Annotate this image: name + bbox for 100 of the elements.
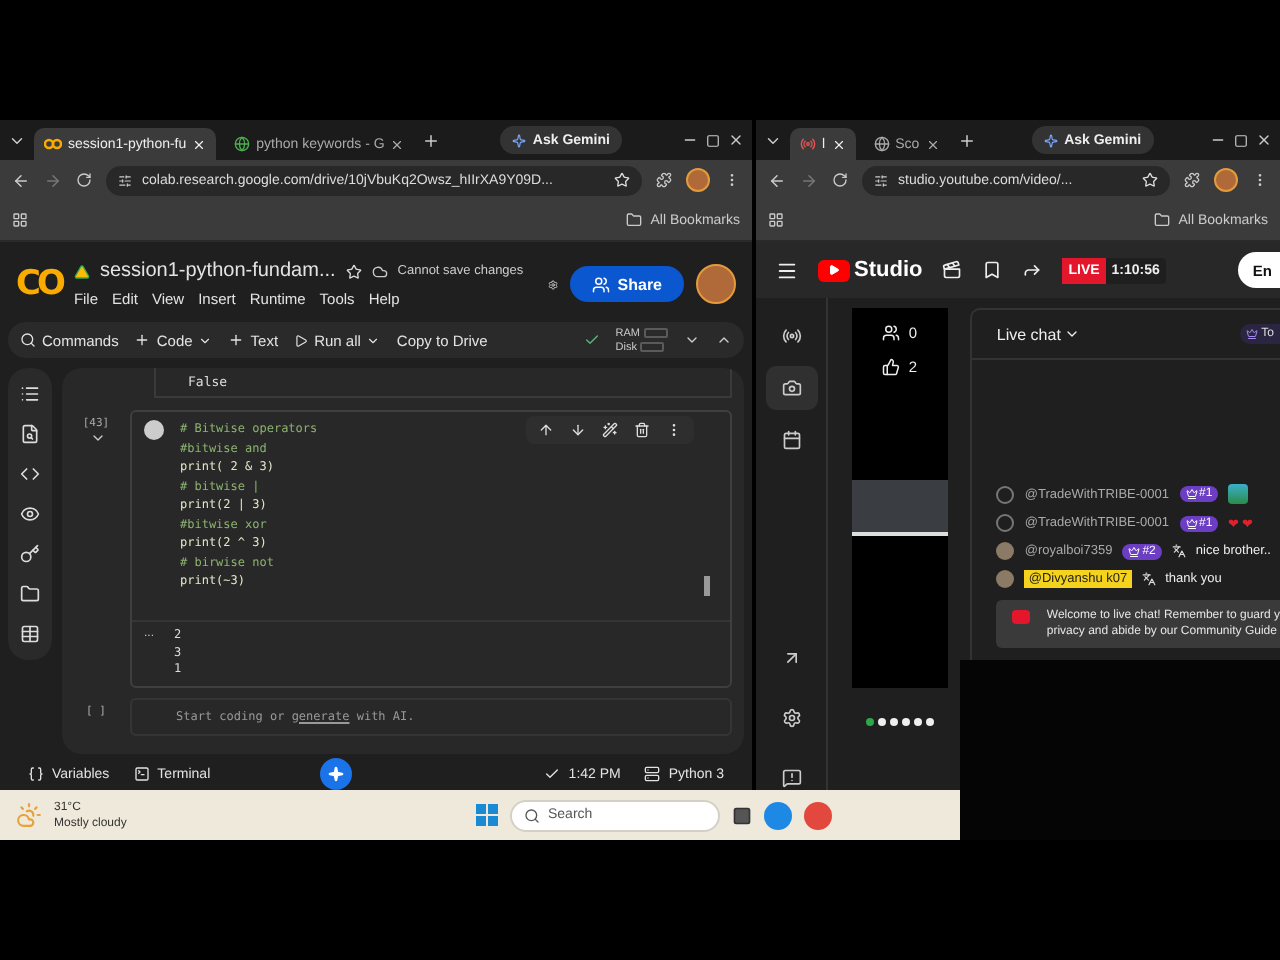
back-icon[interactable] [12, 171, 30, 189]
plus-icon [228, 332, 245, 348]
camera-icon [781, 378, 802, 398]
clapperboard-icon[interactable] [942, 260, 963, 280]
user-avatar[interactable] [696, 264, 736, 304]
chevron-up-icon[interactable] [716, 332, 732, 348]
close-icon[interactable] [925, 137, 940, 151]
youtube-icon [1012, 610, 1031, 624]
arrow-up-icon[interactable] [538, 422, 554, 438]
gemini-button[interactable] [319, 758, 352, 790]
record-icon [800, 136, 816, 152]
chrome-browser-icon[interactable] [804, 801, 832, 829]
apps-grid-icon[interactable] [12, 212, 28, 228]
site-settings-icon[interactable] [118, 173, 132, 187]
edge-browser-icon[interactable] [764, 801, 792, 829]
carousel-dot[interactable] [889, 718, 898, 726]
colab-logo[interactable]: CO [16, 264, 62, 304]
puzzle-icon[interactable] [656, 172, 672, 188]
profile-avatar[interactable] [1214, 168, 1238, 192]
star-icon[interactable] [1142, 172, 1158, 188]
close-window-icon[interactable] [728, 132, 744, 148]
eye-icon[interactable] [20, 504, 40, 524]
crown-icon [1185, 517, 1197, 529]
terminal-icon [133, 766, 150, 782]
menu-icon[interactable] [776, 259, 798, 281]
arrow-up-right-icon[interactable] [781, 648, 802, 668]
close-window-icon[interactable] [1256, 132, 1273, 148]
arrow-down-icon[interactable] [570, 422, 586, 438]
caret-icon [198, 333, 213, 347]
sparkle-icon [1044, 133, 1059, 147]
translate-icon [1171, 544, 1186, 558]
folder-icon [1154, 212, 1171, 228]
reload-icon[interactable] [76, 172, 92, 188]
close-icon[interactable] [390, 137, 405, 151]
site-settings-icon[interactable] [874, 173, 888, 187]
people-icon [591, 275, 610, 293]
carousel-dot[interactable] [925, 718, 934, 726]
run-cell-button[interactable] [144, 420, 164, 440]
forward-icon[interactable] [800, 171, 818, 189]
crown-icon [1128, 545, 1141, 557]
calendar-icon [781, 430, 802, 450]
caret-icon [366, 333, 381, 347]
carousel-dot[interactable] [877, 718, 886, 726]
profile-avatar[interactable] [686, 168, 710, 192]
globe-icon [234, 136, 251, 152]
search-icon [20, 332, 36, 348]
start-button[interactable] [476, 804, 498, 826]
wand-icon[interactable] [602, 422, 618, 438]
nav-item[interactable] [765, 366, 818, 410]
sticker-icon [1228, 484, 1249, 504]
play-icon [828, 264, 840, 276]
folder-icon [626, 212, 643, 228]
notebook-title[interactable]: session1-python-fundam... [99, 260, 336, 282]
plus-icon [134, 332, 151, 348]
reload-icon[interactable] [832, 172, 848, 188]
bookmark-icon[interactable] [982, 260, 1003, 280]
document-search-icon[interactable] [20, 424, 40, 444]
maximize-icon[interactable] [706, 133, 720, 147]
carousel-dot[interactable] [901, 718, 910, 726]
check-icon [544, 766, 561, 782]
apps-grid-icon[interactable] [768, 212, 784, 228]
new-tab-icon[interactable] [957, 131, 976, 149]
star-icon[interactable] [614, 172, 630, 188]
share-icon[interactable] [1022, 260, 1043, 280]
back-icon[interactable] [768, 171, 786, 189]
weather-icon [16, 802, 42, 828]
translate-icon [1141, 572, 1156, 586]
play-icon [294, 333, 309, 347]
trash-icon[interactable] [634, 422, 650, 438]
folder-icon[interactable] [20, 584, 40, 604]
search-icon [524, 807, 540, 823]
key-icon[interactable] [20, 544, 40, 564]
carousel-dot[interactable] [913, 718, 922, 726]
feedback-icon[interactable] [781, 768, 802, 788]
task-view-icon[interactable] [732, 805, 752, 825]
new-tab-icon[interactable] [422, 131, 441, 149]
star-icon[interactable] [345, 263, 362, 279]
settings-icon[interactable] [781, 708, 802, 728]
list-icon[interactable] [20, 384, 40, 404]
sparkle-icon [512, 133, 527, 147]
forward-icon[interactable] [44, 171, 62, 189]
caret-icon[interactable] [684, 332, 700, 348]
crown-icon [1245, 328, 1258, 340]
code-icon[interactable] [20, 464, 40, 484]
collapse-chevron-icon[interactable] [90, 430, 106, 446]
carousel-dot[interactable] [865, 718, 874, 726]
drive-icon [73, 263, 90, 279]
check-icon [583, 332, 600, 348]
table-icon[interactable] [20, 624, 40, 644]
maximize-icon[interactable] [1234, 133, 1249, 147]
globe-icon [873, 136, 890, 152]
braces-icon [28, 766, 44, 782]
scrollbar-thumb[interactable] [704, 576, 710, 596]
broadcast-icon [781, 326, 802, 346]
studio-logo[interactable]: Studio [818, 258, 923, 282]
puzzle-icon[interactable] [1184, 172, 1200, 188]
thumbs-up-icon [882, 358, 901, 376]
live-chat-dropdown[interactable]: Live chat [996, 325, 1081, 343]
colab-logo-icon [44, 138, 62, 150]
share-button[interactable]: Share [569, 266, 684, 302]
